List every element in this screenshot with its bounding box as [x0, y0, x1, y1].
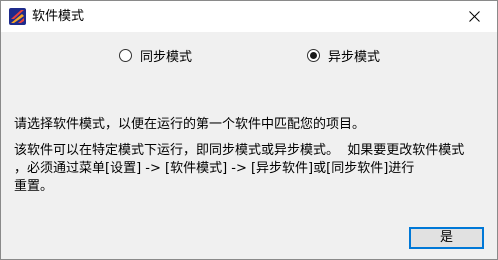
description-text-line-2: ，必须通过菜单[设置] -> [软件模式] -> [异步软件]或[同步软件]进行 [14, 161, 415, 176]
dialog-window: 软件模式 同步模式 异步模式 请选择软件模式，以便在运行的第一个软件中匹配您的项… [0, 0, 498, 260]
radio-async-mode-label[interactable]: 异步模式 [328, 46, 380, 65]
app-logo-icon [9, 8, 26, 25]
close-icon[interactable] [468, 11, 480, 22]
ok-button[interactable]: 是 [409, 227, 484, 249]
radio-sync-mode-label[interactable]: 同步模式 [140, 46, 192, 65]
radio-circle-selected-icon[interactable] [307, 48, 320, 62]
description-text-line-3: 重置。 [14, 179, 54, 194]
window-title: 软件模式 [32, 9, 85, 24]
close-button[interactable] [451, 1, 497, 32]
instruction-text: 请选择软件模式，以便在运行的第一个软件中匹配您的项目。 [14, 117, 366, 132]
radio-circle-icon[interactable] [119, 48, 132, 62]
radio-sync-mode[interactable]: 同步模式 [119, 46, 192, 65]
title-bar: 软件模式 [1, 1, 497, 32]
radio-async-mode[interactable]: 异步模式 [307, 46, 380, 65]
description-text-line-1: 该软件可以在特定模式下运行，即同步模式或异步模式。 如果要更改软件模式 [14, 143, 465, 158]
